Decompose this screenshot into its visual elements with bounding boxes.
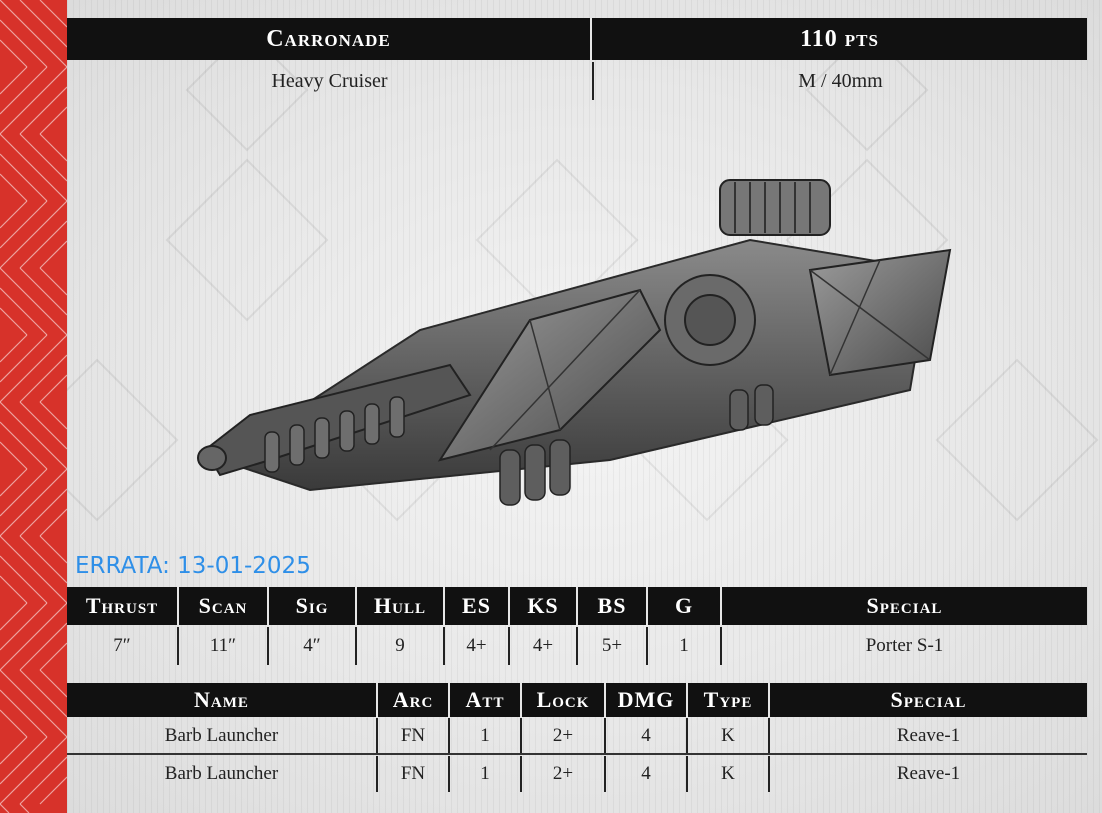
table-row-divider	[67, 753, 1087, 755]
stats-value-cell: 11″	[179, 627, 269, 665]
stats-header-cell: Sig	[269, 587, 357, 625]
decorative-side-band	[0, 0, 67, 813]
stats-header-cell: KS	[510, 587, 578, 625]
stats-value-row: 7″ 11″ 4″ 9 4+ 4+ 5+ 1 Porter S-1	[67, 627, 1087, 665]
stats-value-cell: 1	[648, 627, 722, 665]
weapons-header-cell: Arc	[378, 683, 450, 717]
weapon-cell: Reave-1	[896, 763, 961, 784]
weapons-header-cell: Att	[450, 683, 522, 717]
weapon-cell: K	[688, 756, 770, 792]
weapon-cell: 4	[606, 756, 688, 792]
stats-header-cell: ES	[445, 587, 510, 625]
weapons-header-row: Name Arc Att Lock DMG Type Special	[67, 683, 1087, 717]
stats-header-cell: Thrust	[67, 587, 179, 625]
weapon-cell: 2+	[522, 718, 606, 754]
weapons-header-cell: Lock	[522, 683, 606, 717]
weapon-cell: FN	[378, 718, 450, 754]
weapon-row: Barb Launcher FN 1 2+ 4 K Reave-1	[67, 756, 1087, 792]
stats-value-cell: Porter S-1	[865, 635, 944, 656]
weapon-cell: Barb Launcher	[67, 756, 378, 792]
unit-points: 110 pts	[800, 25, 879, 52]
stats-value-cell: 7″	[67, 627, 179, 665]
ship-model-image	[197, 179, 952, 506]
stats-header-cell: BS	[578, 587, 648, 625]
unit-subtitle-row: Heavy Cruiser M / 40mm	[67, 62, 1087, 100]
weapon-cell: 1	[450, 718, 522, 754]
stats-header-cell: Hull	[357, 587, 445, 625]
stats-header-cell: Scan	[179, 587, 269, 625]
weapons-header-cell: Type	[688, 683, 770, 717]
stats-value-cell: 4+	[445, 627, 510, 665]
stats-value-cell: 4″	[269, 627, 357, 665]
stats-header-cell: G	[648, 587, 722, 625]
weapon-cell: Reave-1	[896, 725, 961, 746]
weapon-cell: 1	[450, 756, 522, 792]
weapons-header-cell: Special	[890, 687, 967, 712]
unit-name: Carronade	[67, 18, 592, 60]
weapon-row: Barb Launcher FN 1 2+ 4 K Reave-1	[67, 718, 1087, 754]
unit-class: Heavy Cruiser	[67, 62, 594, 100]
unit-base-size: M / 40mm	[798, 69, 883, 92]
weapons-header-cell: Name	[67, 683, 378, 717]
weapon-cell: FN	[378, 756, 450, 792]
weapons-header-cell: DMG	[606, 683, 688, 717]
stats-value-cell: 5+	[578, 627, 648, 665]
stats-value-cell: 4+	[510, 627, 578, 665]
weapon-cell: 4	[606, 718, 688, 754]
stats-value-cell: 9	[357, 627, 445, 665]
stats-header-row: Thrust Scan Sig Hull ES KS BS G Special	[67, 587, 1087, 625]
weapon-cell: 2+	[522, 756, 606, 792]
weapon-cell: K	[688, 718, 770, 754]
weapon-cell: Barb Launcher	[67, 718, 378, 754]
stats-header-cell: Special	[866, 593, 943, 618]
errata-date: ERRATA: 13-01-2025	[75, 553, 311, 579]
unit-title-bar: Carronade 110 pts	[67, 18, 1087, 60]
